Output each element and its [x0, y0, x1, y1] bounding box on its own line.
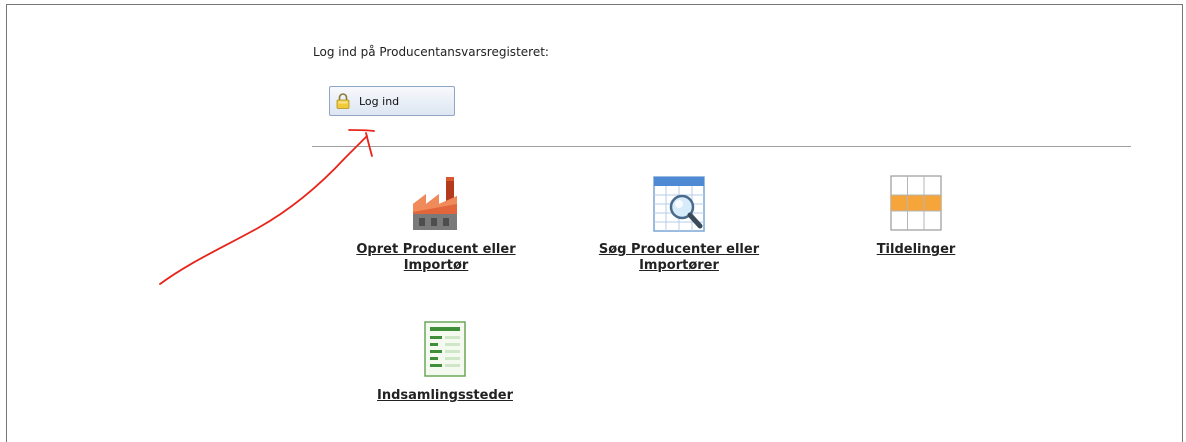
red-arrow-annotation: [159, 129, 375, 285]
